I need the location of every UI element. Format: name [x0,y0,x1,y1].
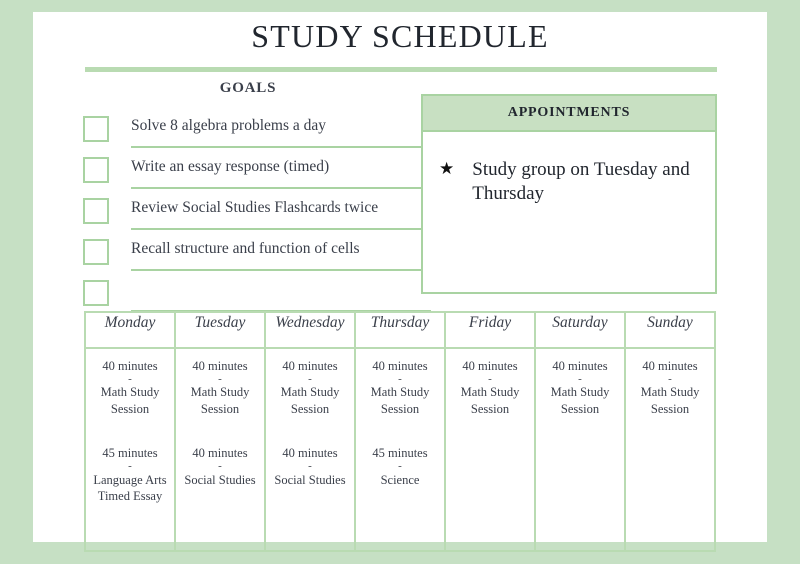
goals-list: Solve 8 algebra problems a day Write an e… [83,112,433,317]
slot-activity: Math Study Session [550,385,610,416]
title-divider [85,67,717,72]
goal-text-field[interactable]: Solve 8 algebra problems a day [131,112,431,148]
slot-separator: - [128,459,132,472]
goal-label [131,276,431,281]
slot-activity: Math Study Session [460,385,520,416]
goals-heading: GOALS [219,80,277,96]
schedule-slot: 40 minutes - Math Study Session [180,358,260,417]
goal-checkbox[interactable] [83,116,109,142]
goal-text-field[interactable]: Review Social Studies Flashcards twice [131,194,431,230]
slot-separator: - [308,372,312,385]
appointment-text: Study group on Tuesday and Thursday [472,159,690,204]
slot-activity: Math Study Session [640,385,700,416]
slot-activity: Social Studies [274,472,346,487]
slot-separator: - [128,372,132,385]
slot-activity: Language Arts Timed Essay [93,472,167,504]
schedule-day-header: Thursday [354,311,446,349]
slot-separator: - [398,372,402,385]
slot-separator: - [218,459,222,472]
slot-separator: - [308,459,312,472]
goal-row: Recall structure and function of cells [83,235,433,276]
goal-text-field[interactable]: Write an essay response (timed) [131,153,431,189]
goal-row: Write an essay response (timed) [83,153,433,194]
schedule-day-header: Saturday [534,311,626,349]
schedule-slot: 45 minutes - Language Arts Timed Essay [90,445,170,504]
schedule-slot: 40 minutes - Math Study Session [90,358,170,417]
schedule-body-row: 40 minutes - Math Study Session 45 minutes -… [84,347,716,552]
schedule-slot: 45 minutes - Science [360,445,440,488]
schedule-day-header: Friday [444,311,536,349]
goal-text-field[interactable] [131,276,431,312]
slot-separator: - [668,372,672,385]
appointment-item: ★ Study group on Tuesday and Thursday [423,132,715,206]
slot-activity: Math Study Session [190,385,250,416]
schedule-day-header: Sunday [624,311,716,349]
schedule-day-header: Tuesday [174,311,266,349]
schedule-table: Monday Tuesday Wednesday Thursday Friday Satu… [84,311,716,552]
slot-separator: - [578,372,582,385]
schedule-day-header: Wednesday [264,311,356,349]
goal-row: Solve 8 algebra problems a day [83,112,433,153]
slot-activity: Math Study Session [370,385,430,416]
goal-label: Review Social Studies Flashcards twice [131,199,379,216]
schedule-day-cell[interactable]: 40 minutes - Math Study Session [624,347,716,552]
slot-activity: Social Studies [184,472,256,487]
appointments-panel: APPOINTMENTS ★ Study group on Tuesday and… [421,94,717,294]
schedule-day-cell[interactable]: 40 minutes - Math Study Session 45 minutes -… [354,347,446,552]
schedule-slot: 40 minutes - Social Studies [270,445,350,488]
schedule-day-header: Monday [84,311,176,349]
slot-separator: - [398,459,402,472]
goal-checkbox[interactable] [83,239,109,265]
schedule-slot: 40 minutes - Math Study Session [630,358,710,417]
schedule-day-cell[interactable]: 40 minutes - Math Study Session 40 minutes -… [264,347,356,552]
slot-activity: Math Study Session [280,385,340,416]
appointments-heading: APPOINTMENTS [423,96,715,132]
goal-checkbox[interactable] [83,198,109,224]
goal-row: Review Social Studies Flashcards twice [83,194,433,235]
goal-text-field[interactable]: Recall structure and function of cells [131,235,431,271]
goal-checkbox[interactable] [83,280,109,306]
schedule-slot: 40 minutes - Math Study Session [270,358,350,417]
schedule-day-cell[interactable]: 40 minutes - Math Study Session 45 minutes -… [84,347,176,552]
schedule-slot: 40 minutes - Math Study Session [360,358,440,417]
schedule-header-row: Monday Tuesday Wednesday Thursday Friday Satu… [84,311,716,349]
appointments-list: ★ Study group on Tuesday and Thursday [423,132,715,206]
schedule-slot: 40 minutes - Math Study Session [450,358,530,417]
schedule-day-cell[interactable]: 40 minutes - Math Study Session [444,347,536,552]
schedule-slot: 40 minutes - Social Studies [180,445,260,488]
schedule-slot: 40 minutes - Math Study Session [540,358,620,417]
page-title: STUDY SCHEDULE [251,18,549,54]
star-icon: ★ [439,159,455,178]
goal-label: Write an essay response (timed) [131,158,330,175]
schedule-page: STUDY SCHEDULE GOALS Solve 8 algebra pro… [33,12,767,552]
schedule-day-cell[interactable]: 40 minutes - Math Study Session 40 minutes -… [174,347,266,552]
goal-checkbox[interactable] [83,157,109,183]
slot-separator: - [488,372,492,385]
schedule-day-cell[interactable]: 40 minutes - Math Study Session [534,347,626,552]
slot-activity: Science [380,472,420,487]
slot-separator: - [218,372,222,385]
goal-label: Recall structure and function of cells [131,240,360,257]
slot-activity: Math Study Session [100,385,160,416]
goal-label: Solve 8 algebra problems a day [131,117,326,134]
